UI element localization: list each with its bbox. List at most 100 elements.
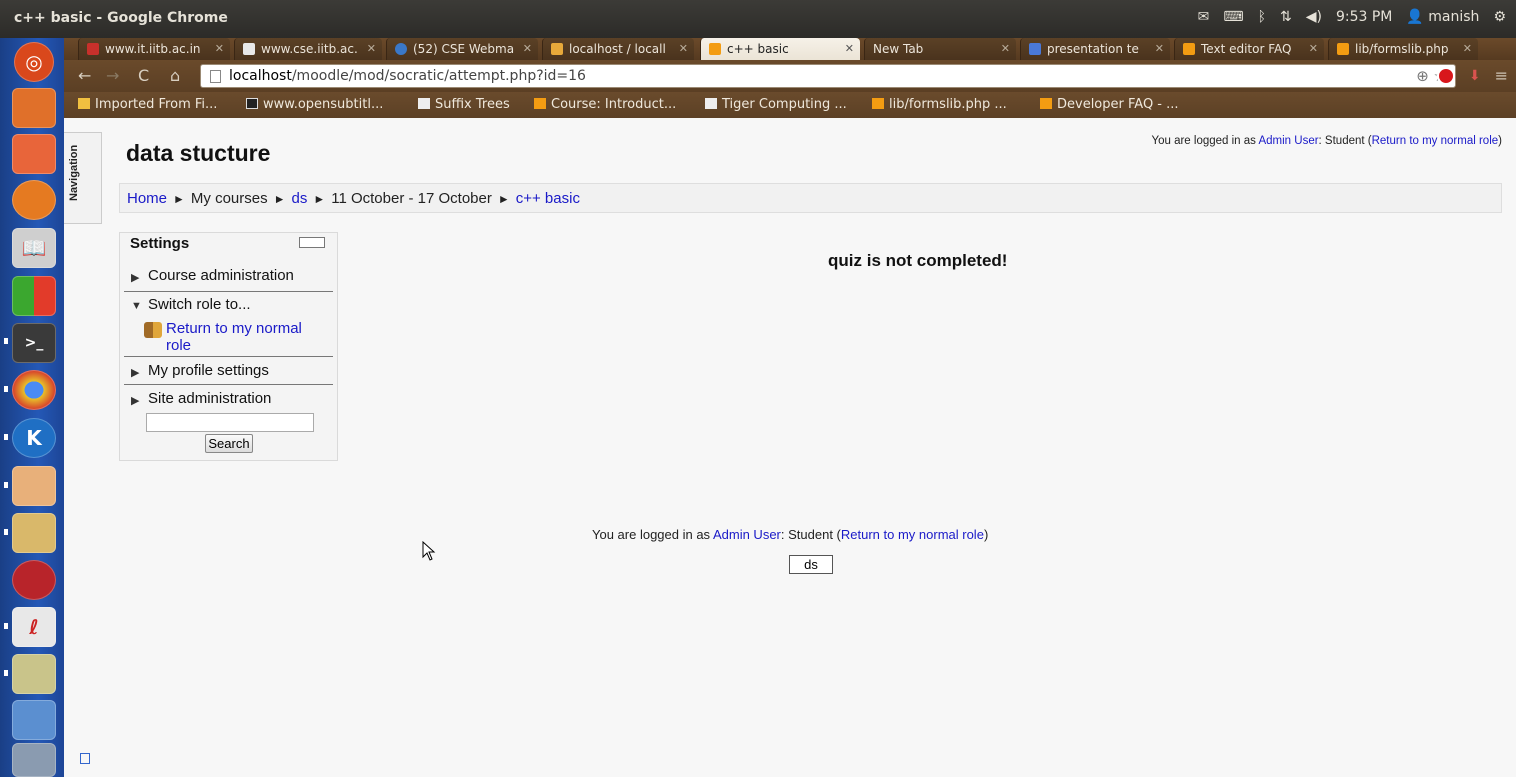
text-editor-icon[interactable] (12, 700, 56, 740)
tab[interactable]: New Tab ✕ (864, 38, 1016, 60)
tab[interactable]: presentation te ✕ (1020, 38, 1170, 60)
ubuntu-dash-icon[interactable]: ◎ (14, 42, 54, 82)
return-role-link[interactable]: Return to my normal role (1372, 135, 1499, 147)
disk-utility-icon[interactable] (12, 560, 56, 600)
keyboard-icon[interactable]: ⌨ (1223, 9, 1243, 25)
close-icon[interactable]: ✕ (1001, 42, 1010, 55)
return-role-link[interactable]: Return to my normal role (841, 527, 984, 542)
tab-label: (52) CSE Webma (413, 42, 515, 56)
user-name: manish (1428, 9, 1480, 25)
tab[interactable]: (52) CSE Webma ✕ (386, 38, 538, 60)
search-button[interactable]: Search (205, 434, 253, 453)
close-icon[interactable]: ✕ (845, 42, 854, 55)
close-icon[interactable]: ✕ (523, 42, 532, 55)
kde-icon[interactable]: K (12, 418, 56, 458)
settings-search-input[interactable] (146, 413, 314, 432)
tab[interactable]: www.cse.iitb.ac. ✕ (234, 38, 382, 60)
close-icon[interactable]: ✕ (1309, 42, 1318, 55)
image-viewer-icon[interactable] (12, 654, 56, 694)
address-bar[interactable]: localhost/moodle/mod/socratic/attempt.ph… (200, 64, 1456, 88)
settings-item-switch-role[interactable]: ▼ Switch role to... (124, 291, 333, 313)
files-icon[interactable] (12, 88, 56, 128)
back-icon[interactable]: ← (78, 66, 91, 85)
close-icon[interactable]: ✕ (215, 42, 224, 55)
settings-item-profile[interactable]: ▶ My profile settings (124, 356, 333, 379)
breadcrumb-separator: ► (173, 192, 185, 206)
navigation-dock-tab[interactable]: Navigation (64, 132, 102, 224)
bookmark-item[interactable]: Tiger Computing ... (705, 97, 847, 112)
moodle-icon (872, 98, 884, 109)
breadcrumb-activity[interactable]: c++ basic (516, 190, 580, 207)
tab[interactable]: Text editor FAQ ✕ (1174, 38, 1324, 60)
bookmark-item[interactable]: Imported From Fi... (78, 97, 217, 112)
tab[interactable]: lib/formslib.php ✕ (1328, 38, 1478, 60)
close-icon[interactable]: ✕ (1463, 42, 1472, 55)
breadcrumb-home[interactable]: Home (127, 190, 167, 207)
adblock-icon[interactable] (1436, 66, 1455, 85)
user-menu[interactable]: 👤 manish (1406, 9, 1479, 25)
return-role-item[interactable]: Return to my normal role (144, 320, 324, 354)
return-role-link[interactable]: Return to my normal role (166, 320, 302, 354)
moodle-icon (1337, 43, 1349, 55)
user-link[interactable]: Admin User (713, 527, 781, 542)
document-viewer-icon[interactable]: 📖 (12, 228, 56, 268)
pdf-reader-icon[interactable]: ℓ (12, 607, 56, 647)
home-icon[interactable]: ⌂ (170, 66, 180, 85)
role-icon (144, 322, 162, 338)
dock-icon[interactable] (80, 753, 90, 764)
network-icon[interactable]: ⇅ (1280, 9, 1292, 25)
presentation-icon[interactable] (12, 466, 56, 506)
running-indicator (4, 482, 8, 488)
course-home-button[interactable]: ds (789, 555, 833, 574)
quiz-status-message: quiz is not completed! (828, 251, 1008, 270)
close-icon[interactable]: ✕ (1155, 42, 1164, 55)
firefox-icon[interactable] (12, 180, 56, 220)
close-icon[interactable]: ✕ (679, 42, 688, 55)
opensubtitles-icon (246, 98, 258, 109)
bluetooth-icon[interactable]: ᛒ (1258, 9, 1266, 25)
block-dock-control-icon[interactable] (299, 237, 325, 248)
user-link[interactable]: Admin User (1258, 135, 1318, 147)
menu-icon[interactable]: ≡ (1495, 66, 1508, 85)
running-indicator (4, 434, 8, 440)
tab[interactable]: www.it.iitb.ac.in ✕ (78, 38, 230, 60)
inkscape-icon[interactable] (12, 513, 56, 553)
reload-icon[interactable]: C (138, 66, 149, 85)
bookmark-item[interactable]: lib/formslib.php ... (872, 97, 1007, 112)
settings-item-label: Switch role to... (148, 296, 251, 313)
bookmark-item[interactable]: www.opensubtitl... (246, 97, 383, 112)
terminal-icon[interactable]: >_ (12, 323, 56, 363)
clock[interactable]: 9:53 PM (1336, 9, 1392, 25)
tab-label: localhost / locall (569, 42, 666, 56)
browser-window: www.it.iitb.ac.in ✕ www.cse.iitb.ac. ✕ (52… (64, 38, 1516, 777)
tab-active[interactable]: c++ basic ✕ (700, 38, 860, 60)
settings-item-course-administration[interactable]: ▶ Course administration (124, 267, 333, 284)
gear-icon[interactable]: ⚙ (1493, 9, 1506, 25)
workspace-switcher-icon[interactable] (12, 276, 56, 316)
login-text: : Student ( (1318, 135, 1372, 147)
settings-item-site-administration[interactable]: ▶ Site administration (124, 384, 333, 407)
login-text: ) (983, 527, 989, 542)
page-content: Navigation data stucture You are logged … (64, 118, 1516, 777)
browser-toolbar: ← → C ⌂ localhost/moodle/mod/socratic/at… (64, 60, 1516, 92)
settings-item-label: Course administration (148, 267, 294, 284)
breadcrumb-course[interactable]: ds (291, 190, 307, 207)
google-slides-icon (1029, 43, 1041, 55)
software-center-icon[interactable] (12, 134, 56, 174)
login-text: : Student ( (780, 527, 841, 542)
chrome-icon[interactable] (12, 370, 56, 410)
moodle-icon (709, 43, 721, 55)
tab[interactable]: localhost / locall ✕ (542, 38, 694, 60)
close-icon[interactable]: ✕ (367, 42, 376, 55)
bookmark-item[interactable]: Developer FAQ - ... (1040, 97, 1179, 112)
tab-label: Text editor FAQ (1201, 42, 1292, 56)
bookmark-item[interactable]: Course: Introduct... (534, 97, 676, 112)
forward-icon[interactable]: → (106, 66, 119, 85)
running-indicator (4, 623, 8, 629)
bookmark-item[interactable]: Suffix Trees (418, 97, 510, 112)
running-indicator (4, 529, 8, 535)
download-icon[interactable]: ⬇ (1469, 68, 1481, 84)
trash-icon[interactable] (12, 743, 56, 777)
volume-icon[interactable]: ◀) (1306, 9, 1322, 25)
mail-icon[interactable]: ✉ (1198, 9, 1210, 25)
